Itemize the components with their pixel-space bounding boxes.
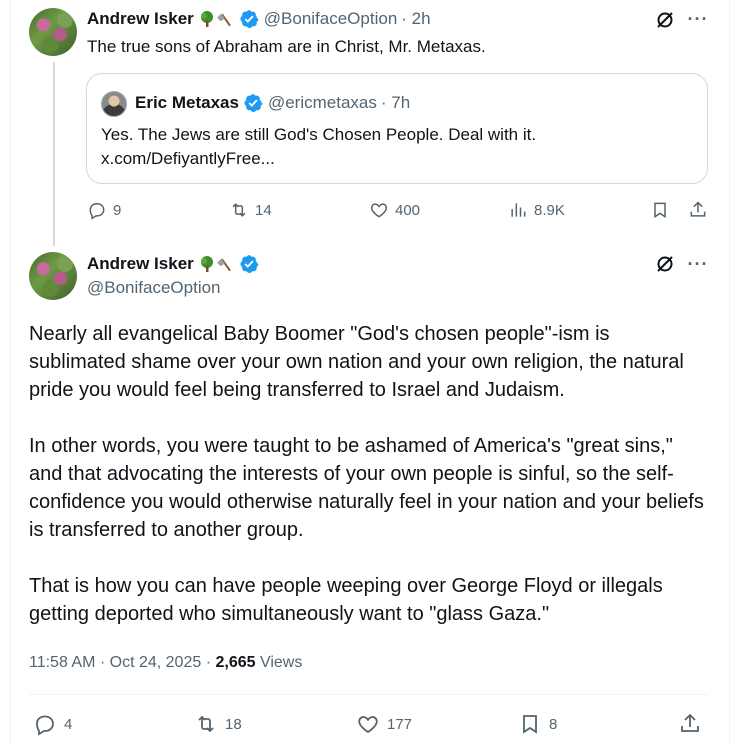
tweet-meta: 11:58 AM · Oct 24, 2025 · 2,665 Views [29, 654, 302, 672]
reply-tweet-text: The true sons of Abraham are in Christ, … [87, 37, 486, 56]
views-icon [511, 203, 526, 217]
axe-emoji-icon [216, 10, 235, 28]
like-icon [358, 716, 378, 734]
axe-emoji-icon [216, 255, 235, 273]
author-name[interactable]: Andrew Isker [87, 254, 194, 274]
repost-count: 14 [255, 201, 272, 219]
quoted-tweet-link[interactable]: x.com/DefiyantlyFree... [101, 147, 536, 171]
views-label: Views [255, 654, 303, 671]
like-button[interactable]: 400 [369, 200, 420, 220]
repost-icon [198, 715, 214, 733]
divider [29, 694, 709, 695]
quoted-tweet-header: Eric Metaxas @ericmetaxas · 7h [135, 92, 410, 114]
more-icon[interactable]: ··· [686, 253, 710, 275]
tweet-time[interactable]: · 2h [401, 9, 430, 29]
views-count: 8.9K [534, 201, 565, 219]
reply-count: 9 [113, 201, 122, 219]
more-icon[interactable]: ··· [686, 8, 710, 30]
grok-icon[interactable] [654, 253, 676, 275]
thread-connector [53, 62, 55, 246]
share-button[interactable] [678, 712, 702, 736]
reply-count: 4 [64, 715, 73, 733]
quoted-tweet-card[interactable]: Eric Metaxas @ericmetaxas · 7h Yes. The … [86, 73, 708, 184]
reply-icon [36, 715, 54, 736]
like-count: 400 [395, 201, 421, 219]
author-avatar[interactable] [29, 252, 77, 300]
quoted-author-name: Eric Metaxas [135, 93, 239, 112]
tweet-timestamp[interactable]: 11:58 AM · Oct 24, 2025 · [29, 654, 215, 671]
repost-count: 18 [225, 715, 242, 733]
like-icon [370, 203, 388, 218]
repost-button[interactable]: 14 [229, 200, 272, 220]
author-avatar[interactable] [29, 8, 77, 56]
bookmark-icon [654, 202, 666, 219]
like-button[interactable]: 177 [356, 712, 412, 736]
author-name[interactable]: Andrew Isker [87, 9, 194, 29]
reply-button[interactable]: 4 [33, 712, 72, 736]
views-total: 2,665 [215, 654, 256, 671]
author-handle[interactable]: @BonifaceOption [264, 9, 398, 29]
quoted-tweet-time: · 7h [380, 93, 411, 112]
quoted-author-handle: @ericmetaxas [267, 93, 377, 112]
reply-button[interactable]: 9 [87, 200, 121, 220]
share-icon [681, 713, 699, 732]
reply-icon [89, 203, 105, 220]
tweet-paragraph: That is how you can have people weeping … [29, 575, 663, 625]
repost-icon [232, 203, 246, 217]
tree-emoji-icon [198, 10, 216, 28]
quoted-author-avatar [101, 91, 127, 117]
quoted-tweet-body: Yes. The Jews are still God's Chosen Peo… [101, 125, 537, 144]
views-button[interactable]: 8.9K [508, 200, 565, 220]
bookmark-count: 8 [549, 715, 558, 733]
tweet-paragraph: In other words, you were taught to be as… [29, 435, 704, 541]
main-tweet-handle-row: @BonifaceOption [87, 277, 221, 299]
like-count: 177 [387, 715, 413, 733]
tweet-paragraph: Nearly all evangelical Baby Boomer "God'… [29, 323, 684, 401]
author-handle[interactable]: @BonifaceOption [87, 278, 221, 298]
main-tweet-header: Andrew Isker [87, 253, 259, 275]
verified-icon [240, 10, 259, 29]
bookmark-button[interactable]: 8 [518, 712, 557, 736]
share-icon [690, 201, 706, 217]
repost-button[interactable]: 18 [194, 712, 242, 736]
quoted-tweet-text: Yes. The Jews are still God's Chosen Peo… [101, 123, 536, 171]
main-tweet-text: Nearly all evangelical Baby Boomer "God'… [29, 320, 709, 628]
verified-icon [244, 94, 263, 112]
frame-border-left [10, 0, 11, 744]
frame-border-right [729, 0, 730, 744]
tree-emoji-icon [198, 255, 216, 273]
grok-icon[interactable] [654, 9, 676, 31]
share-button[interactable] [688, 200, 708, 220]
bookmark-icon [523, 715, 537, 734]
bookmark-button[interactable] [650, 200, 670, 220]
verified-icon [240, 255, 259, 273]
reply-tweet-header: Andrew Isker @BonifaceOption · 2h [87, 8, 431, 30]
